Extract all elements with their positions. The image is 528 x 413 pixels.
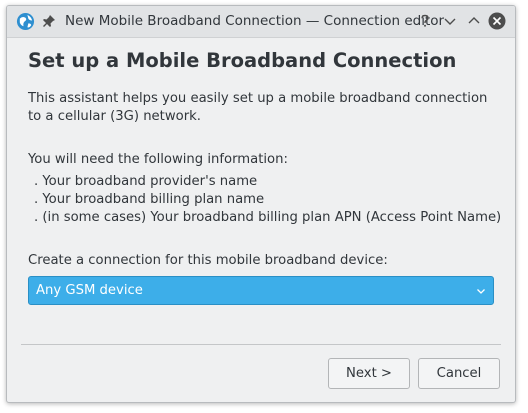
device-select-value: Any GSM device	[36, 283, 143, 298]
kde-globe-icon[interactable]	[16, 12, 35, 31]
requirement-item: . Your broadband billing plan name	[34, 192, 265, 207]
help-icon[interactable]	[416, 12, 434, 30]
divider	[21, 344, 501, 345]
requirements-label: You will need the following information:	[28, 152, 288, 167]
device-select[interactable]: Any GSM device	[28, 276, 494, 305]
page-heading: Set up a Mobile Broadband Connection	[28, 49, 457, 72]
requirement-item: . (in some cases) Your broadband billing…	[34, 210, 502, 225]
connection-editor-window: New Mobile Broadband Connection — Connec…	[6, 5, 516, 403]
close-icon[interactable]	[488, 12, 506, 30]
requirement-item: . Your broadband provider's name	[34, 174, 258, 189]
pin-icon[interactable]	[42, 14, 56, 28]
intro-text: This assistant helps you easily set up a…	[28, 91, 488, 124]
window-title: New Mobile Broadband Connection — Connec…	[65, 13, 445, 29]
title-bar[interactable]: New Mobile Broadband Connection — Connec…	[7, 6, 515, 38]
next-button[interactable]: Next >	[328, 358, 410, 389]
wizard-page: Set up a Mobile Broadband Connection Thi…	[7, 38, 515, 402]
device-select-label: Create a connection for this mobile broa…	[28, 253, 388, 268]
minimize-icon[interactable]	[441, 12, 459, 30]
maximize-icon[interactable]	[465, 12, 483, 30]
chevron-down-icon	[477, 289, 485, 294]
cancel-button[interactable]: Cancel	[418, 358, 500, 389]
